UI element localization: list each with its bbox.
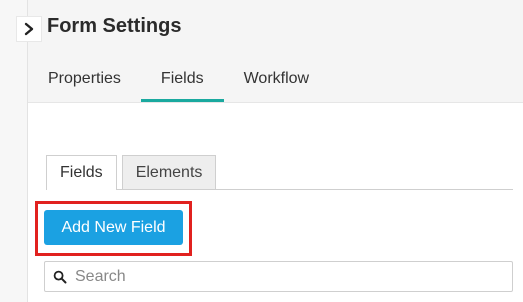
subtab-elements[interactable]: Elements	[121, 155, 217, 189]
tab-fields[interactable]: Fields	[140, 62, 224, 102]
tab-workflow[interactable]: Workflow	[224, 62, 330, 102]
search-icon	[45, 270, 75, 284]
search-input[interactable]	[75, 267, 495, 286]
main-tabs: Properties Fields Workflow	[28, 62, 329, 102]
add-new-field-button[interactable]: Add New Field	[44, 210, 183, 245]
tab-properties[interactable]: Properties	[28, 62, 141, 102]
left-strip	[0, 0, 28, 302]
subtab-fields[interactable]: Fields	[46, 155, 117, 190]
search-box[interactable]	[44, 261, 513, 292]
page-title: Form Settings	[47, 15, 182, 37]
sub-tabs: Fields Elements	[46, 154, 513, 190]
collapse-panel-button[interactable]	[16, 16, 42, 42]
chevron-right-icon	[24, 22, 34, 36]
